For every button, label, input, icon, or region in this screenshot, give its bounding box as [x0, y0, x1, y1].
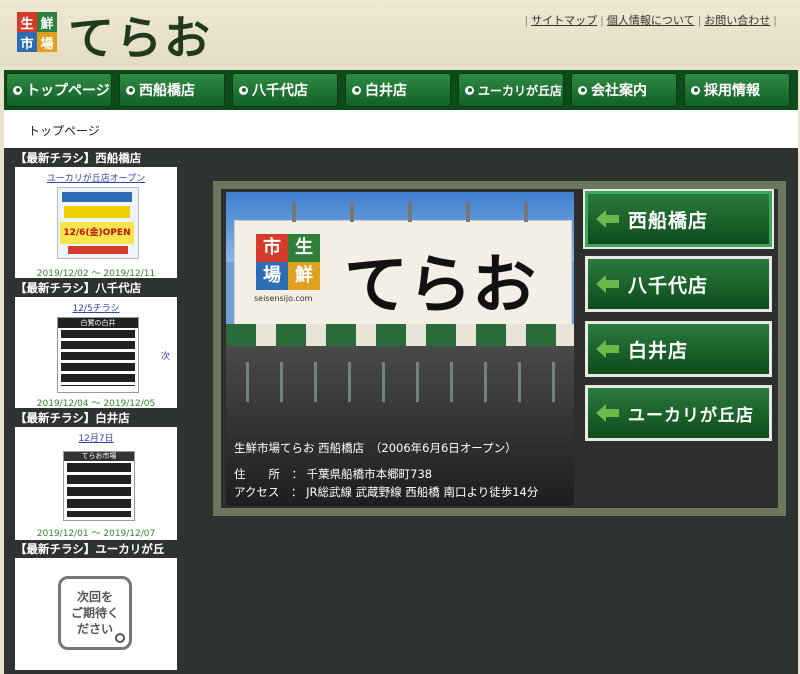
store-button-yukarigaoka[interactable]: ユーカリが丘店 [585, 385, 772, 441]
sign-char: 鮮 [288, 262, 320, 290]
sign-char: 場 [256, 262, 288, 290]
nav-tab-company[interactable]: 会社案内 [571, 73, 677, 107]
bullet-icon [352, 85, 361, 95]
bullet-icon [239, 85, 248, 95]
sign-text: てらお [344, 248, 536, 323]
store-caption-title: 生鮮市場てらお 西船橋店 （2006年6月6日オープン） [234, 441, 517, 455]
store-button-label: 白井店 [628, 339, 689, 362]
nav-tab-label: ユーカリが丘店 [478, 83, 563, 98]
nav-tab-recruit[interactable]: 採用情報 [684, 73, 790, 107]
logo-char: 生 [17, 12, 37, 32]
flyer-date: 2019/12/01 ～ 2019/12/07 [36, 529, 156, 539]
sign-char: 市 [256, 234, 288, 262]
flyer-header-text: 白鷺の白井 [58, 318, 138, 328]
utility-links: | サイトマップ | 個人情報について | お問い合わせ | [524, 14, 777, 27]
coming-soon-placeholder: 次回を ご期待く ださい [58, 576, 132, 650]
next-flyer-link[interactable]: 次 [161, 349, 170, 362]
flyer-box-yachiyo: 12/5チラシ 白鷺の白井 次 2019/12/04 ～ 2019/12/05 [15, 297, 177, 409]
flyer-section-title: 【最新チラシ】西船橋店 [15, 150, 180, 167]
breadcrumb: トップページ [28, 124, 100, 138]
flyer-date: 2019/12/02 ～ 2019/12/11 [36, 269, 156, 279]
bullet-icon [13, 85, 22, 95]
arrow-left-icon [596, 404, 619, 422]
sign-mark: 市 生 場 鮮 [256, 234, 320, 290]
logo-char: 鮮 [37, 12, 57, 32]
store-button-nishifunabashi[interactable]: 西船橋店 [585, 191, 772, 247]
flyer-box-nishifunabashi: ユーカリが丘店オープン 12/6(金)OPEN 2019/12/02 ～ 201… [15, 167, 177, 279]
flyer-header-text: てらお市場 [64, 452, 134, 461]
nav-tab-label: 会社案内 [591, 83, 647, 99]
arrow-left-icon [596, 275, 619, 293]
nav-tab-label: 八千代店 [252, 83, 308, 99]
bullet-icon [465, 85, 474, 95]
flyer-thumbnail[interactable]: てらお市場 [63, 451, 135, 521]
privacy-link[interactable]: 個人情報について [607, 14, 695, 27]
flyer-box-yukarigaoka: 次回を ご期待く ださい [15, 558, 177, 670]
flyer-link[interactable]: ユーカリが丘店オープン [15, 171, 177, 184]
store-button-label: ユーカリが丘店 [628, 405, 754, 426]
nav-tab-top[interactable]: トップページ [6, 73, 112, 107]
logo-char: 市 [17, 32, 37, 52]
nav-tab-label: トップページ [26, 83, 110, 99]
flyer-link[interactable]: 12月7日 [15, 431, 177, 444]
flyer-banner-text: 12/6(金)OPEN [60, 222, 134, 244]
flyer-section-title: 【最新チラシ】八千代店 [15, 280, 180, 297]
bullet-icon [126, 85, 135, 95]
flyer-link[interactable]: 12/5チラシ [15, 301, 177, 314]
logo-text[interactable]: てらお [68, 2, 212, 68]
nav-tab-shiroi[interactable]: 白井店 [345, 73, 451, 107]
global-nav: トップページ 西船橋店 八千代店 白井店 ユーカリが丘店 会社案内 採用情報 [4, 70, 798, 110]
flyer-section-title: 【最新チラシ】ユーカリが丘 [15, 541, 180, 558]
store-button-label: 西船橋店 [628, 209, 709, 232]
nav-tab-label: 白井店 [365, 83, 407, 99]
magnifier-icon [115, 633, 125, 643]
access-label: アクセス ： [234, 485, 303, 499]
access-value: JR総武線 武蔵野線 西船橋 南口より徒歩14分 [306, 485, 539, 499]
flyer-date: 2019/12/04 ～ 2019/12/05 [36, 399, 156, 409]
store-access: アクセス ： JR総武線 武蔵野線 西船橋 南口より徒歩14分 [234, 484, 538, 500]
nav-tab-nishifunabashi[interactable]: 西船橋店 [119, 73, 225, 107]
store-button-yachiyo[interactable]: 八千代店 [585, 256, 772, 312]
address-label: 住 所 ： [234, 467, 303, 481]
bullet-icon [691, 85, 700, 95]
store-button-label: 八千代店 [628, 274, 709, 297]
logo-mark[interactable]: 生 鮮 市 場 [17, 12, 57, 52]
flyer-section-title: 【最新チラシ】白井店 [15, 410, 180, 427]
sign-url: seisensijo.com [254, 294, 313, 303]
nav-tab-label: 西船橋店 [139, 83, 195, 99]
sitemap-link[interactable]: サイトマップ [531, 14, 597, 27]
arrow-left-icon [596, 210, 619, 228]
flyer-thumbnail[interactable]: 12/6(金)OPEN [57, 187, 139, 259]
nav-tab-label: 採用情報 [704, 83, 760, 99]
flyer-box-shiroi: 12月7日 てらお市場 2019/12/01 ～ 2019/12/07 [15, 427, 177, 540]
logo-char: 場 [37, 32, 57, 52]
contact-link[interactable]: お問い合わせ [704, 14, 770, 27]
breadcrumb-bar: トップページ [4, 110, 798, 148]
bullet-icon [578, 85, 587, 95]
address-value: 千葉県船橋市本郷町738 [306, 467, 433, 481]
store-photo: 市 生 場 鮮 seisensijo.com てらお 生鮮市場てらお 西船橋店 … [226, 192, 574, 506]
nav-tab-yachiyo[interactable]: 八千代店 [232, 73, 338, 107]
sign-char: 生 [288, 234, 320, 262]
nav-tab-yukarigaoka[interactable]: ユーカリが丘店 [458, 73, 564, 107]
coming-soon-text: 次回を ご期待く ださい [70, 590, 119, 636]
flyer-thumbnail[interactable]: 白鷺の白井 [57, 317, 139, 393]
store-address: 住 所 ： 千葉県船橋市本郷町738 [234, 466, 432, 482]
site-header: 生 鮮 市 場 てらお | サイトマップ | 個人情報について | お問い合わせ | [0, 0, 800, 66]
arrow-left-icon [596, 340, 619, 358]
store-button-shiroi[interactable]: 白井店 [585, 321, 772, 377]
